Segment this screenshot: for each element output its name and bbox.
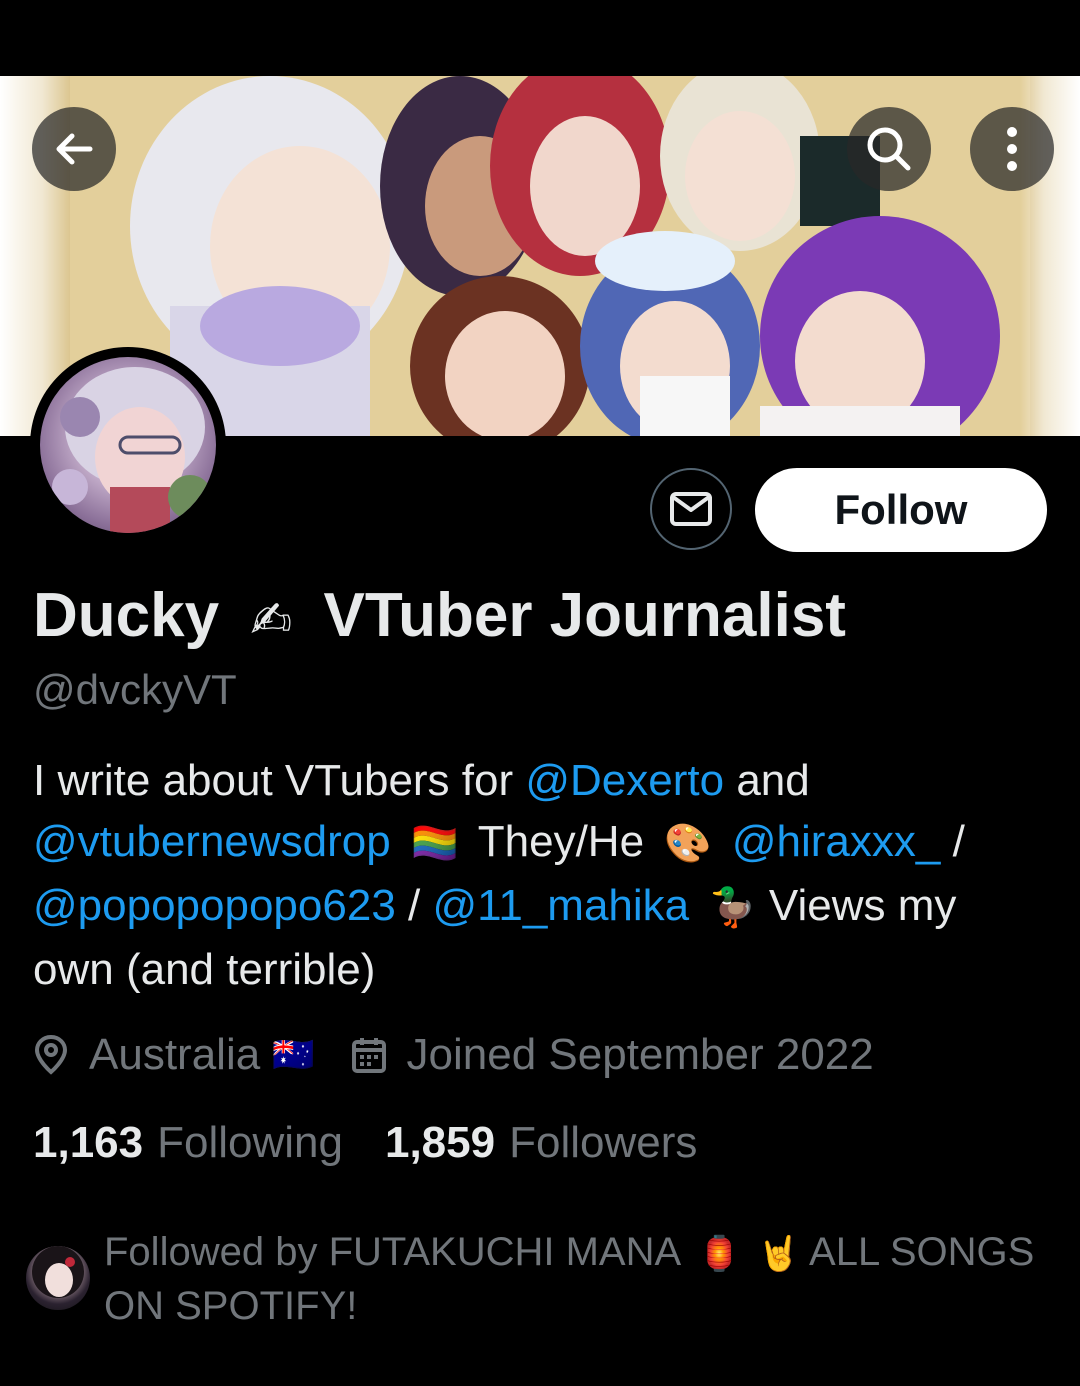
avatar[interactable]	[30, 347, 226, 543]
follow-button[interactable]: Follow	[755, 468, 1047, 552]
mention-popopopopo623-link[interactable]: @popopopopo623	[33, 881, 396, 930]
following-label: Following	[157, 1118, 343, 1167]
followed-by-prefix: Followed by	[104, 1230, 329, 1274]
duck-emoji: 🦆	[709, 886, 757, 929]
writing-hand-emoji: ✍	[250, 591, 293, 648]
joined-item: Joined September 2022	[351, 1030, 874, 1080]
bio-separator: /	[940, 817, 965, 866]
display-name-suffix: VTuber Journalist	[323, 581, 846, 650]
location-text: Australia	[89, 1030, 261, 1079]
more-vertical-icon	[1007, 127, 1017, 171]
mail-icon	[670, 492, 712, 526]
user-handle: @dvckyVT	[33, 666, 237, 713]
more-options-button[interactable]	[970, 107, 1054, 191]
display-name-text: Ducky	[33, 581, 220, 650]
location-pin-icon	[33, 1034, 69, 1076]
mention-vtubernewsdrop-link[interactable]: @vtubernewsdrop	[33, 817, 391, 866]
followed-by-text: Followed by FUTAKUCHI MANA 🏮 🤘 ALL SONGS…	[104, 1226, 1054, 1332]
location-item: Australia 🇦🇺	[33, 1030, 315, 1080]
search-icon	[867, 127, 911, 171]
bio-text: and	[724, 756, 810, 805]
mention-hiraxxx-link[interactable]: @hiraxxx_	[732, 817, 941, 866]
follower-name: FUTAKUCHI MANA	[328, 1230, 682, 1274]
bio-pronouns: They/He	[477, 817, 645, 866]
following-count: 1,163	[33, 1118, 144, 1167]
follow-counts: 1,163 Following 1,859 Followers	[33, 1118, 739, 1168]
followers-link[interactable]: 1,859 Followers	[385, 1118, 697, 1168]
follower-avatar	[26, 1246, 90, 1310]
back-button[interactable]	[32, 107, 116, 191]
display-name: Ducky ✍ VTuber Journalist	[33, 580, 846, 651]
bio-text: I write about VTubers for	[33, 756, 526, 805]
australia-flag-emoji: 🇦🇺	[272, 1036, 315, 1074]
rock-hand-emoji: 🤘	[757, 1235, 801, 1274]
rainbow-flag-emoji: 🏳️‍🌈	[410, 822, 459, 865]
search-button[interactable]	[847, 107, 931, 191]
followers-label: Followers	[509, 1118, 698, 1167]
avatar-image	[40, 357, 216, 533]
calendar-icon	[351, 1036, 387, 1074]
profile-bio: I write about VTubers for @Dexerto and @…	[33, 750, 1043, 1000]
followers-count: 1,859	[384, 1118, 496, 1167]
message-button[interactable]	[650, 468, 732, 550]
mention-dexerto-link[interactable]: @Dexerto	[525, 756, 724, 805]
following-link[interactable]: 1,163 Following	[33, 1118, 343, 1168]
arrow-left-icon	[56, 133, 93, 165]
palette-emoji: 🎨	[664, 822, 712, 865]
profile-meta: Australia 🇦🇺 Joined September 2022	[33, 1028, 910, 1082]
lantern-emoji: 🏮	[698, 1235, 741, 1274]
bio-separator: /	[395, 880, 433, 930]
mention-11-mahika-link[interactable]: @11_mahika	[432, 881, 689, 930]
joined-date-text: Joined September 2022	[406, 1030, 874, 1079]
